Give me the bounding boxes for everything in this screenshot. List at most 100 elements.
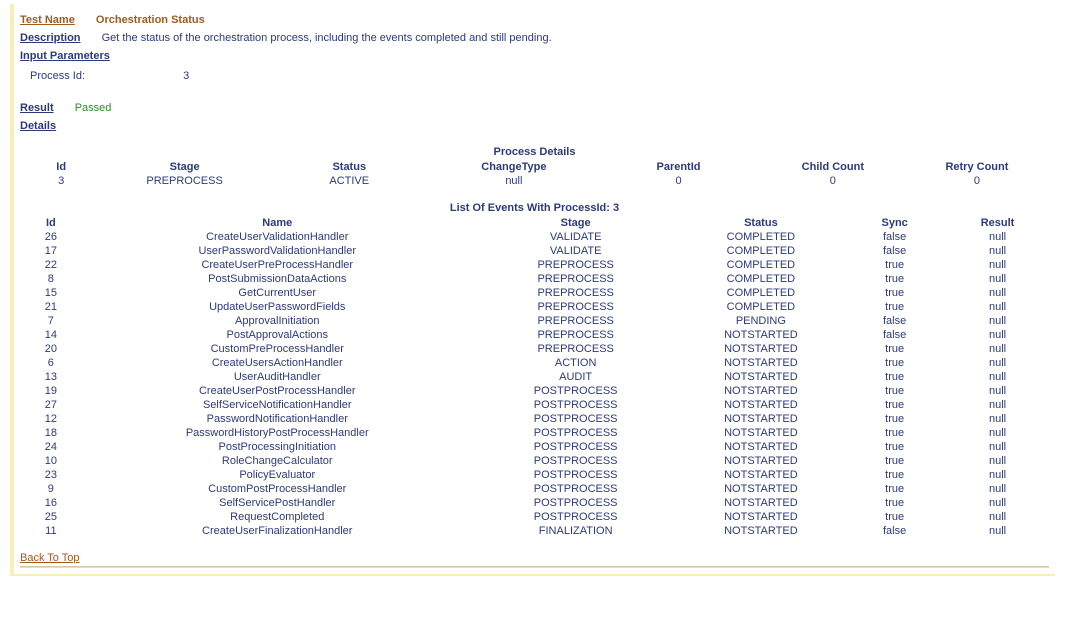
ev-name: CreateUserPostProcessHandler: [82, 384, 473, 398]
ev-sync: true: [843, 398, 946, 412]
param-value: 3: [183, 70, 189, 82]
report-page: Test Name Orchestration Status Descripti…: [10, 4, 1055, 576]
pd-h-parentid: ParentId: [596, 160, 761, 174]
ev-id: 10: [20, 454, 82, 468]
ev-result: null: [946, 482, 1049, 496]
ev-h-stage: Stage: [473, 216, 679, 230]
ev-sync: true: [843, 370, 946, 384]
ev-status: PENDING: [679, 314, 844, 328]
ev-status: COMPLETED: [679, 272, 844, 286]
ev-name: SelfServicePostHandler: [82, 496, 473, 510]
ev-result: null: [946, 398, 1049, 412]
ev-stage: POSTPROCESS: [473, 510, 679, 524]
ev-name: UpdateUserPasswordFields: [82, 300, 473, 314]
ev-id: 19: [20, 384, 82, 398]
ev-name: PolicyEvaluator: [82, 468, 473, 482]
ev-id: 6: [20, 356, 82, 370]
ev-name: ApprovalInitiation: [82, 314, 473, 328]
ev-name: CreateUserValidationHandler: [82, 230, 473, 244]
table-row: 16SelfServicePostHandlerPOSTPROCESSNOTST…: [20, 496, 1049, 510]
ev-result: null: [946, 342, 1049, 356]
ev-result: null: [946, 244, 1049, 258]
ev-id: 24: [20, 440, 82, 454]
ev-id: 8: [20, 272, 82, 286]
ev-id: 18: [20, 426, 82, 440]
ev-id: 22: [20, 258, 82, 272]
ev-id: 27: [20, 398, 82, 412]
pd-parentid: 0: [596, 174, 761, 188]
ev-stage: VALIDATE: [473, 244, 679, 258]
ev-sync: true: [843, 412, 946, 426]
ev-stage: PREPROCESS: [473, 300, 679, 314]
ev-status: NOTSTARTED: [679, 468, 844, 482]
ev-sync: true: [843, 426, 946, 440]
ev-result: null: [946, 300, 1049, 314]
events-title: List Of Events With ProcessId: 3: [20, 202, 1049, 214]
ev-name: PasswordHistoryPostProcessHandler: [82, 426, 473, 440]
ev-sync: true: [843, 300, 946, 314]
table-row: 24PostProcessingInitiationPOSTPROCESSNOT…: [20, 440, 1049, 454]
ev-name: RequestCompleted: [82, 510, 473, 524]
ev-status: NOTSTARTED: [679, 398, 844, 412]
ev-stage: VALIDATE: [473, 230, 679, 244]
ev-stage: POSTPROCESS: [473, 426, 679, 440]
ev-result: null: [946, 370, 1049, 384]
ev-status: NOTSTARTED: [679, 356, 844, 370]
ev-sync: true: [843, 482, 946, 496]
ev-name: PostSubmissionDataActions: [82, 272, 473, 286]
ev-result: null: [946, 328, 1049, 342]
table-row: 7ApprovalInitiationPREPROCESSPENDINGfals…: [20, 314, 1049, 328]
ev-name: CustomPreProcessHandler: [82, 342, 473, 356]
ev-sync: true: [843, 342, 946, 356]
ev-id: 21: [20, 300, 82, 314]
ev-status: NOTSTARTED: [679, 370, 844, 384]
table-row: 27SelfServiceNotificationHandlerPOSTPROC…: [20, 398, 1049, 412]
pd-row: 3 PREPROCESS ACTIVE null 0 0 0: [20, 174, 1049, 188]
ev-sync: true: [843, 384, 946, 398]
back-to-top-link[interactable]: Back To Top: [20, 552, 80, 564]
table-row: 15GetCurrentUserPREPROCESSCOMPLETEDtruen…: [20, 286, 1049, 300]
ev-id: 23: [20, 468, 82, 482]
ev-result: null: [946, 412, 1049, 426]
description-label: Description: [20, 32, 81, 44]
ev-status: COMPLETED: [679, 230, 844, 244]
ev-status: NOTSTARTED: [679, 342, 844, 356]
ev-id: 25: [20, 510, 82, 524]
ev-status: COMPLETED: [679, 300, 844, 314]
ev-result: null: [946, 440, 1049, 454]
ev-status: NOTSTARTED: [679, 328, 844, 342]
ev-id: 15: [20, 286, 82, 300]
ev-stage: POSTPROCESS: [473, 440, 679, 454]
ev-sync: true: [843, 286, 946, 300]
ev-stage: POSTPROCESS: [473, 496, 679, 510]
input-parameter: Process Id: 3: [30, 70, 1049, 82]
ev-status: NOTSTARTED: [679, 482, 844, 496]
ev-stage: PREPROCESS: [473, 286, 679, 300]
ev-result: null: [946, 524, 1049, 538]
ev-stage: POSTPROCESS: [473, 468, 679, 482]
ev-result: null: [946, 426, 1049, 440]
ev-sync: false: [843, 328, 946, 342]
ev-h-name: Name: [82, 216, 473, 230]
table-row: 14PostApprovalActionsPREPROCESSNOTSTARTE…: [20, 328, 1049, 342]
events-table: Id Name Stage Status Sync Result 26Creat…: [20, 216, 1049, 538]
pd-childcount: 0: [761, 174, 905, 188]
table-row: 6CreateUsersActionHandlerACTIONNOTSTARTE…: [20, 356, 1049, 370]
ev-id: 12: [20, 412, 82, 426]
ev-stage: AUDIT: [473, 370, 679, 384]
ev-id: 11: [20, 524, 82, 538]
ev-id: 14: [20, 328, 82, 342]
ev-stage: POSTPROCESS: [473, 482, 679, 496]
pd-h-id: Id: [20, 160, 102, 174]
ev-h-status: Status: [679, 216, 844, 230]
ev-name: UserAuditHandler: [82, 370, 473, 384]
ev-sync: true: [843, 454, 946, 468]
table-row: 19CreateUserPostProcessHandlerPOSTPROCES…: [20, 384, 1049, 398]
pd-h-childcount: Child Count: [761, 160, 905, 174]
ev-status: NOTSTARTED: [679, 510, 844, 524]
table-row: 25RequestCompletedPOSTPROCESSNOTSTARTEDt…: [20, 510, 1049, 524]
ev-status: COMPLETED: [679, 244, 844, 258]
ev-status: NOTSTARTED: [679, 426, 844, 440]
ev-result: null: [946, 230, 1049, 244]
ev-sync: false: [843, 244, 946, 258]
